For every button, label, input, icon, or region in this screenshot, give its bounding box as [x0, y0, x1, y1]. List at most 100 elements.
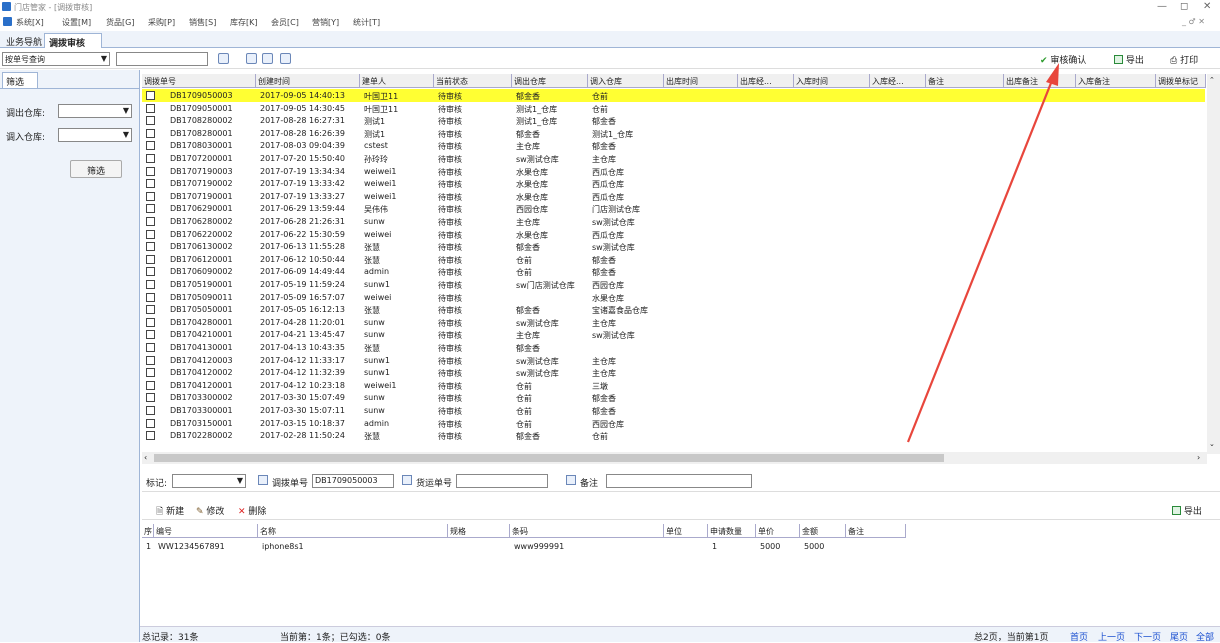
row-checkbox[interactable]: [146, 280, 155, 289]
table-row[interactable]: DB1704120001 2017-04-12 10:23:18 weiwei1 待审…: [142, 379, 1205, 392]
edit-button[interactable]: ✎ 修改: [196, 504, 224, 517]
delete-button[interactable]: ✕ 删除: [238, 504, 266, 517]
scroll-right-icon[interactable]: ›: [1197, 453, 1200, 462]
column-header[interactable]: 调拨单号: [142, 74, 256, 88]
column-header[interactable]: 建单人: [360, 74, 434, 88]
table-row[interactable]: DB1707200001 2017-07-20 15:50:40 孙玲玲 待审核 sw测…: [142, 152, 1205, 165]
vertical-scrollbar[interactable]: ⌃ ⌄: [1207, 74, 1220, 454]
doc-prev-icon[interactable]: [246, 53, 257, 64]
menu-settings[interactable]: 设置[M]: [62, 17, 91, 28]
table-row[interactable]: DB1706130002 2017-06-13 11:55:28 张慧 待审核 郁金香 s…: [142, 240, 1205, 253]
doc-refresh-icon[interactable]: [280, 53, 291, 64]
detail-export-button[interactable]: 导出: [1172, 504, 1202, 517]
row-checkbox[interactable]: [146, 305, 155, 315]
scroll-down-icon[interactable]: ⌄: [1209, 440, 1215, 448]
column-header[interactable]: 备注: [926, 74, 1004, 88]
table-row[interactable]: DB1704130001 2017-04-13 10:43:35 张慧 待审核 郁金香: [142, 341, 1205, 354]
filter-button[interactable]: 筛选: [70, 160, 122, 178]
minimize-button[interactable]: —: [1157, 1, 1167, 12]
row-checkbox[interactable]: [146, 355, 155, 365]
table-row[interactable]: DB1706090002 2017-06-09 14:49:44 admin 待审核 仓…: [142, 265, 1205, 278]
table-row[interactable]: DB1707190003 2017-07-19 13:34:34 weiwei1 待审…: [142, 165, 1205, 178]
scroll-thumb[interactable]: [154, 454, 944, 462]
detail-column-header[interactable]: 金额: [800, 524, 846, 538]
table-row[interactable]: DB1702280002 2017-02-28 11:50:24 张慧 待审核 郁金香 仓…: [142, 429, 1205, 442]
column-header[interactable]: 调入仓库: [588, 74, 664, 88]
mark-select[interactable]: ▼: [172, 474, 246, 488]
table-row[interactable]: DB1704120003 2017-04-12 11:33:17 sunw1 待审核 s…: [142, 354, 1205, 367]
inner-window-controls[interactable]: _ ♂ ✕: [1182, 17, 1205, 26]
row-checkbox[interactable]: [146, 267, 155, 277]
row-checkbox[interactable]: [146, 368, 155, 378]
doc-next-icon[interactable]: [262, 53, 273, 64]
all-pages-link[interactable]: 全部: [1196, 630, 1214, 643]
new-button[interactable]: 🗎 新建: [156, 504, 184, 520]
menu-purchase[interactable]: 采购[P]: [148, 17, 175, 28]
detail-column-header[interactable]: 编号: [154, 524, 258, 538]
in-warehouse-select[interactable]: ▼: [58, 128, 132, 142]
row-checkbox[interactable]: [146, 406, 155, 415]
row-checkbox[interactable]: [146, 128, 155, 138]
row-checkbox[interactable]: [146, 292, 155, 302]
query-mode-select[interactable]: 按单号查询 ▼: [2, 52, 110, 66]
table-row[interactable]: DB1708280002 2017-08-28 16:27:31 测试1 待审核 测试1…: [142, 114, 1205, 127]
detail-column-header[interactable]: 单位: [664, 524, 708, 538]
menu-inventory[interactable]: 库存[K]: [230, 17, 258, 28]
column-header[interactable]: 出库经...: [738, 74, 794, 88]
table-row[interactable]: DB1703150001 2017-03-15 10:18:37 admin 待审核 仓…: [142, 417, 1205, 430]
first-page-link[interactable]: 首页: [1070, 630, 1088, 643]
table-row[interactable]: DB1703300002 2017-03-30 15:07:49 sunw 待审核 仓前…: [142, 391, 1205, 404]
scroll-left-icon[interactable]: ‹: [144, 453, 147, 462]
table-row[interactable]: DB1704280001 2017-04-28 11:20:01 sunw 待审核 sw…: [142, 316, 1205, 329]
note-field[interactable]: [606, 474, 752, 488]
detail-column-header[interactable]: 申请数量: [708, 524, 756, 538]
row-checkbox[interactable]: [146, 393, 155, 403]
row-checkbox[interactable]: [146, 418, 155, 428]
row-checkbox[interactable]: [146, 254, 155, 264]
row-checkbox[interactable]: [146, 141, 155, 151]
menu-goods[interactable]: 货品[G]: [106, 17, 134, 28]
row-checkbox[interactable]: [146, 179, 155, 189]
table-row[interactable]: DB1705050001 2017-05-05 16:12:13 张慧 待审核 郁金香 宝…: [142, 303, 1205, 316]
detail-row[interactable]: 1 WW1234567891 iphone8s1 www999991 1 5000 5000: [142, 540, 1205, 553]
maximize-button[interactable]: ◻: [1180, 1, 1188, 12]
row-checkbox[interactable]: [146, 116, 155, 126]
column-header[interactable]: 入库经...: [870, 74, 926, 88]
table-row[interactable]: DB1709050003 2017-09-05 14:40:13 叶国卫11 待审核 郁…: [142, 89, 1205, 102]
table-row[interactable]: DB1706290001 2017-06-29 13:59:44 吴伟伟 待审核 西园仓…: [142, 202, 1205, 215]
column-header[interactable]: 创建时间: [256, 74, 360, 88]
column-header[interactable]: 出库时间: [664, 74, 738, 88]
column-header[interactable]: 当前状态: [434, 74, 512, 88]
row-checkbox[interactable]: [146, 191, 155, 201]
table-row[interactable]: DB1708030001 2017-08-03 09:04:39 cstest 待审核…: [142, 139, 1205, 152]
copy-icon[interactable]: [402, 475, 412, 485]
tab-transfer-review[interactable]: 调拨审核 ✕: [44, 33, 102, 59]
copy-icon[interactable]: [566, 475, 576, 485]
row-checkbox[interactable]: [146, 91, 155, 100]
menu-statistics[interactable]: 统计[T]: [353, 17, 380, 28]
column-header[interactable]: 出库备注: [1004, 74, 1076, 88]
table-row[interactable]: DB1704120002 2017-04-12 11:32:39 sunw1 待审核 s…: [142, 366, 1205, 379]
row-checkbox[interactable]: [146, 229, 155, 239]
next-page-link[interactable]: 下一页: [1134, 630, 1161, 643]
detail-column-header[interactable]: 名称: [258, 524, 448, 538]
query-input[interactable]: [116, 52, 208, 66]
row-checkbox[interactable]: [146, 330, 155, 340]
table-row[interactable]: DB1705090011 2017-05-09 16:57:07 weiwei 待审核…: [142, 291, 1205, 304]
column-header[interactable]: 入库时间: [794, 74, 870, 88]
row-checkbox[interactable]: [146, 431, 155, 441]
menu-system[interactable]: 系统[X]: [16, 17, 44, 28]
copy-icon[interactable]: [258, 475, 268, 485]
detail-column-header[interactable]: 单价: [756, 524, 800, 538]
approve-button[interactable]: ✔ 审核确认: [1040, 53, 1086, 66]
table-row[interactable]: DB1709050001 2017-09-05 14:30:45 叶国卫11 待审核 测…: [142, 102, 1205, 115]
out-warehouse-select[interactable]: ▼: [58, 104, 132, 118]
table-row[interactable]: DB1707190001 2017-07-19 13:33:27 weiwei1 待审…: [142, 190, 1205, 203]
close-button[interactable]: ✕: [1203, 1, 1211, 12]
column-header[interactable]: 调出仓库: [512, 74, 588, 88]
row-checkbox[interactable]: [146, 242, 155, 252]
table-row[interactable]: DB1706220002 2017-06-22 15:30:59 weiwei 待审核…: [142, 228, 1205, 241]
detail-column-header[interactable]: 规格: [448, 524, 510, 538]
table-row[interactable]: DB1708280001 2017-08-28 16:26:39 测试1 待审核 郁金香…: [142, 127, 1205, 140]
row-checkbox[interactable]: [146, 166, 155, 176]
